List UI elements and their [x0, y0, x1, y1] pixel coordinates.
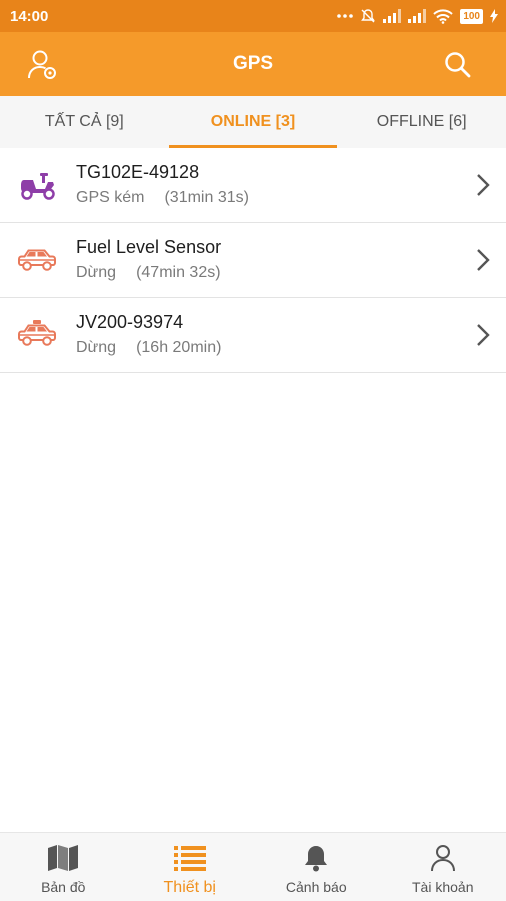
person-icon: [428, 843, 458, 873]
nav-label: Cảnh báo: [286, 879, 347, 895]
tab-offline[interactable]: OFFLINE [6]: [337, 96, 506, 148]
app-bar: GPS: [0, 32, 506, 96]
nav-label: Tài khoản: [412, 879, 473, 895]
device-list: TG102E-49128 GPS kém (31min 31s) Fuel Lev…: [0, 148, 506, 373]
signal-icon-2: [408, 9, 426, 23]
search-button[interactable]: [443, 50, 473, 80]
device-name: Fuel Level Sensor: [76, 235, 221, 259]
battery-icon: 100: [460, 9, 483, 24]
bell-icon: [301, 843, 331, 873]
chevron-right-icon: [476, 323, 490, 347]
chevron-right-icon: [476, 173, 490, 197]
device-status: Dừng: [76, 339, 116, 356]
status-bar: 14:00 100: [0, 0, 506, 32]
signal-icon-1: [383, 9, 401, 23]
bottom-nav: Bản đồ Thiết bị Cảnh báo Tài khoản: [0, 832, 506, 901]
device-status: GPS kém: [76, 189, 144, 206]
charging-icon: [490, 9, 498, 23]
tab-online[interactable]: ONLINE [3]: [169, 96, 338, 148]
device-row[interactable]: TG102E-49128 GPS kém (31min 31s): [0, 148, 506, 223]
wifi-icon: [433, 9, 453, 24]
nav-map[interactable]: Bản đồ: [0, 833, 127, 901]
user-gear-icon: [26, 48, 60, 82]
nav-alerts[interactable]: Cảnh báo: [253, 833, 380, 901]
tab-label: OFFLINE [6]: [377, 113, 467, 131]
map-icon: [46, 843, 80, 873]
nav-label: Bản đồ: [41, 879, 85, 895]
scooter-icon: [16, 168, 58, 202]
status-icons: 100: [337, 8, 498, 24]
mute-icon: [360, 8, 376, 24]
account-settings-button[interactable]: [26, 48, 60, 82]
list-icon: [173, 843, 207, 873]
device-duration: (31min 31s): [164, 189, 248, 206]
filter-tabs: TẤT CẢ [9] ONLINE [3] OFFLINE [6]: [0, 96, 506, 148]
page-title: GPS: [233, 53, 273, 75]
nav-label: Thiết bị: [164, 879, 216, 897]
device-duration: (47min 32s): [136, 264, 220, 281]
nav-devices[interactable]: Thiết bị: [127, 833, 254, 901]
more-dots-icon: [337, 13, 353, 19]
device-duration: (16h 20min): [136, 339, 221, 356]
tab-label: ONLINE [3]: [211, 113, 295, 131]
device-name: JV200-93974: [76, 310, 221, 334]
nav-account[interactable]: Tài khoản: [380, 833, 506, 901]
search-icon: [443, 50, 473, 80]
tab-label: TẤT CẢ [9]: [45, 113, 124, 131]
device-name: TG102E-49128: [76, 160, 249, 184]
tab-all[interactable]: TẤT CẢ [9]: [0, 96, 169, 148]
taxi-icon: [16, 318, 58, 352]
status-time: 14:00: [10, 8, 48, 25]
car-icon: [16, 243, 58, 277]
device-row[interactable]: JV200-93974 Dừng (16h 20min): [0, 298, 506, 373]
device-status: Dừng: [76, 264, 116, 281]
device-row[interactable]: Fuel Level Sensor Dừng (47min 32s): [0, 223, 506, 298]
chevron-right-icon: [476, 248, 490, 272]
